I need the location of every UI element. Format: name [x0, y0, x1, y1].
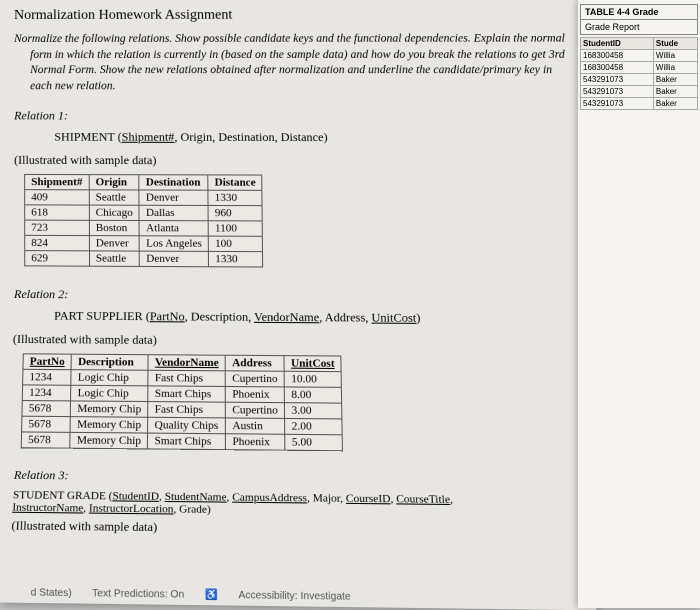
schema-pk: Shipment#: [122, 130, 175, 144]
table-row: 629SeattleDenver1330: [25, 251, 263, 267]
table-row: 824DenverLos Angeles100: [25, 235, 263, 251]
schema-attrs: , Origin, Destination, Distance): [174, 130, 327, 144]
schema-pk: VendorName: [254, 310, 319, 325]
status-bar: d States) Text Predictions: On ♿ Accessi…: [31, 587, 351, 603]
side-panel: TABLE 4-4 Grade Grade Report StudentID S…: [578, 0, 700, 608]
table-row: 618ChicagoDallas960: [25, 205, 263, 221]
table-row: 543291073Baker: [581, 74, 698, 86]
status-predictions[interactable]: Text Predictions: On: [92, 588, 184, 601]
side-subheader: Grade Report: [580, 20, 698, 35]
table-row: 543291073Baker: [581, 98, 698, 110]
table-header-row: StudentID Stude: [581, 38, 698, 50]
schema-pk: UnitCost: [371, 310, 416, 325]
col-header: Distance: [208, 175, 262, 190]
status-accessibility[interactable]: Accessibility: Investigate: [238, 590, 350, 603]
relation3-schema: STUDENT GRADE (StudentID, StudentName, C…: [12, 489, 582, 520]
col-header: Destination: [139, 175, 208, 190]
table-row: 168300458Willia: [581, 50, 698, 62]
relation2-schema: PART SUPPLIER (PartNo, Description, Vend…: [54, 308, 577, 327]
document-page: Normalization Homework Assignment Normal…: [0, 0, 596, 610]
col-header: UnitCost: [284, 356, 341, 372]
relation2-label: Relation 2:: [14, 287, 576, 305]
col-header: VendorName: [148, 355, 225, 371]
schema-name: PART SUPPLIER: [54, 308, 143, 323]
side-table: StudentID Stude 168300458Willia 16830045…: [580, 37, 698, 110]
col-header: Address: [225, 355, 284, 371]
illustrated-note: (Illustrated with sample data): [14, 153, 572, 169]
table-row: 543291073Baker: [581, 86, 698, 98]
shipment-table: Shipment# Origin Destination Distance 40…: [24, 174, 263, 268]
col-header: Description: [71, 354, 148, 370]
accessibility-icon: ♿: [205, 589, 218, 601]
partsupplier-table: PartNo Description VendorName Address Un…: [21, 353, 344, 451]
relation1-label: Relation 1:: [14, 108, 571, 124]
relation3-label: Relation 3:: [14, 468, 580, 489]
illustrated-note: (Illustrated with sample data): [13, 332, 578, 351]
table-row: 5678Memory ChipSmart ChipsPhoenix5.00: [21, 432, 343, 451]
col-header: Origin: [89, 175, 139, 190]
relation1-schema: SHIPMENT (Shipment#, Origin, Destination…: [54, 130, 571, 146]
status-states: d States): [31, 587, 72, 599]
table-row: 409SeattleDenver1330: [25, 190, 263, 206]
schema-name: SHIPMENT: [54, 130, 114, 144]
instructions: Normalize the following relations. Show …: [14, 31, 571, 94]
col-header: PartNo: [23, 354, 72, 370]
col-header: StudentID: [581, 38, 654, 50]
col-header: Stude: [653, 38, 697, 50]
side-header: TABLE 4-4 Grade: [580, 4, 698, 20]
table-row: 723BostonAtlanta1100: [25, 220, 263, 236]
table-header-row: Shipment# Origin Destination Distance: [25, 175, 263, 191]
illustrated-note: (Illustrated with sample data): [11, 518, 583, 540]
page-title: Normalization Homework Assignment: [14, 7, 569, 24]
schema-pk: PartNo: [150, 309, 185, 324]
col-header: Shipment#: [25, 175, 89, 190]
table-row: 168300458Willia: [581, 62, 698, 74]
